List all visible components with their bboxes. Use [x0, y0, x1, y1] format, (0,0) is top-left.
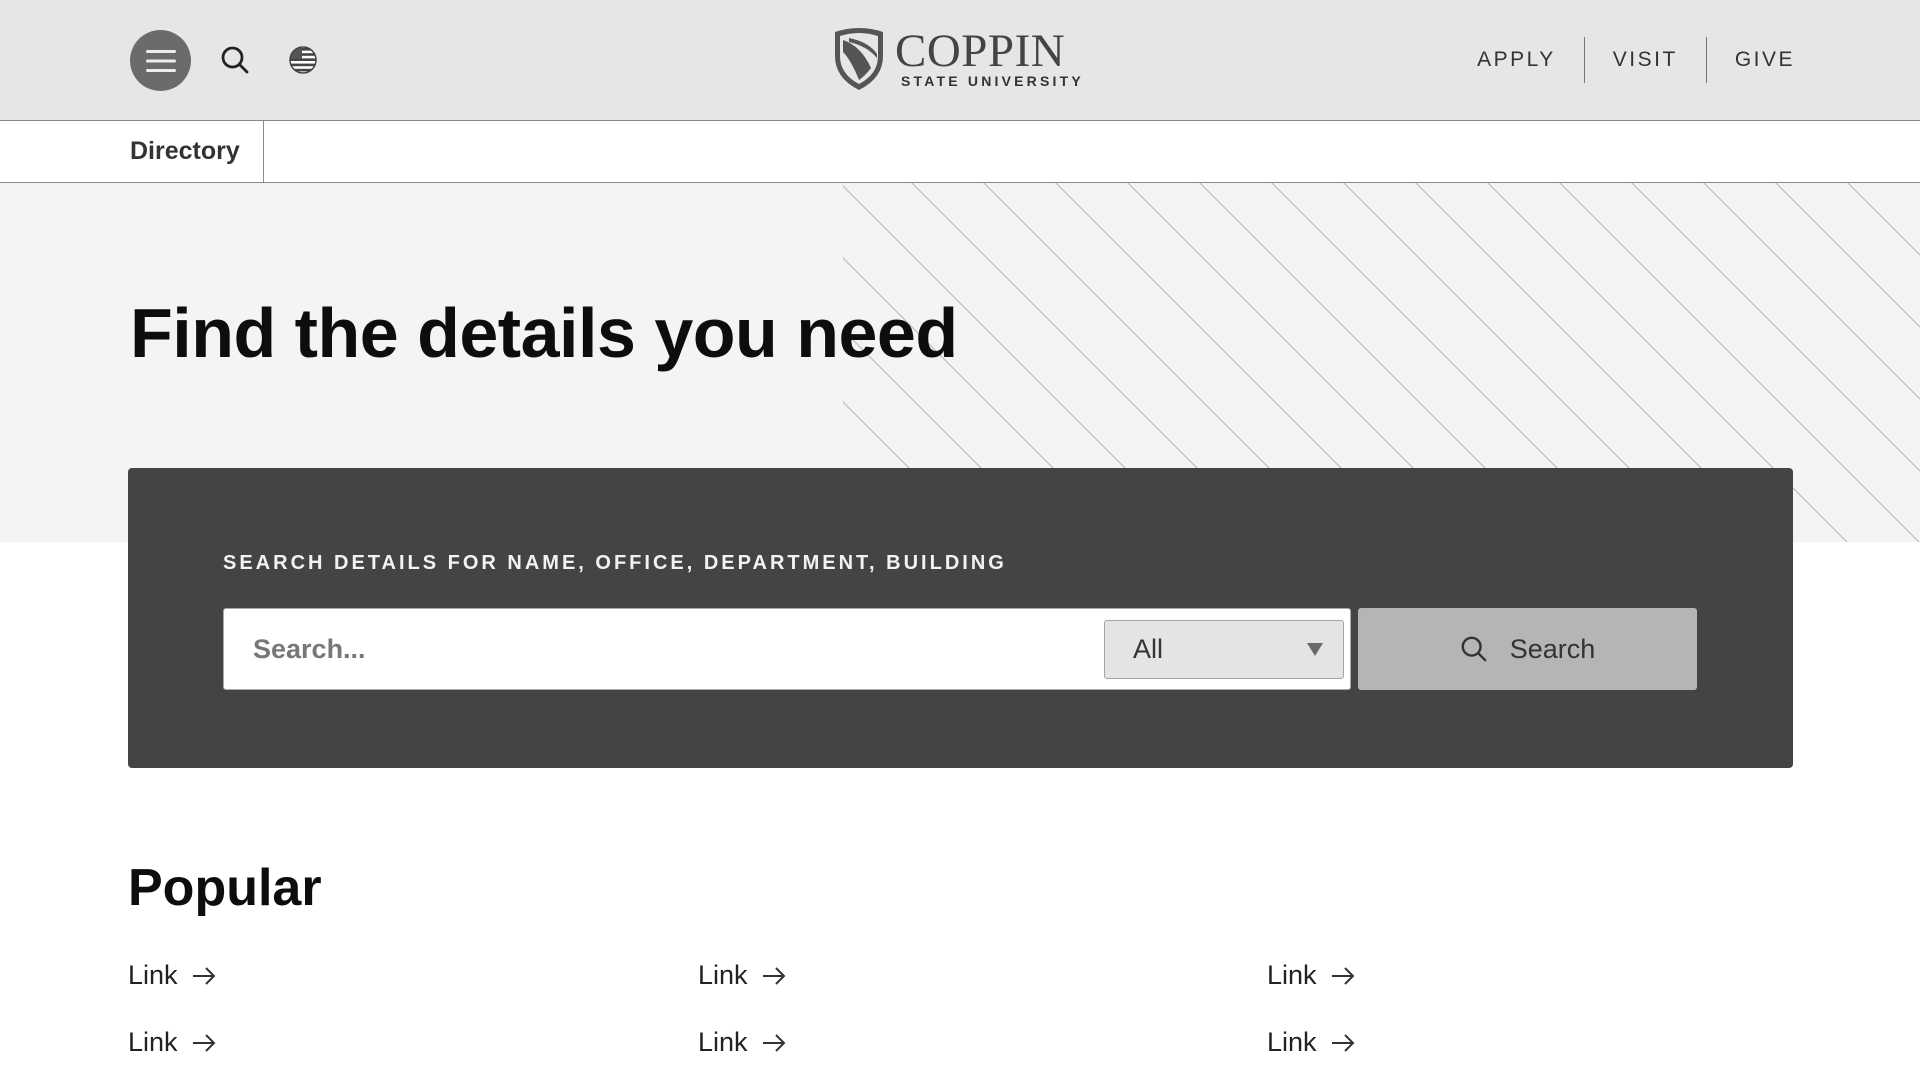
popular-link-label: Link	[128, 1027, 178, 1057]
popular-link[interactable]: Link	[128, 960, 216, 991]
arrow-right-icon	[1331, 1033, 1354, 1052]
search-input[interactable]	[224, 609, 1084, 689]
search-box: All	[223, 608, 1351, 690]
logo-subtitle: STATE UNIVERSITY	[901, 73, 1084, 89]
arrow-right-icon	[192, 1033, 215, 1052]
arrow-right-icon	[1331, 966, 1354, 985]
popular-link[interactable]: Link	[698, 960, 786, 991]
section-subnav: Directory	[0, 121, 1920, 183]
popular-link-label: Link	[698, 960, 748, 990]
site-header: COPPIN STATE UNIVERSITY APPLY VISIT GIVE	[0, 0, 1920, 121]
popular-link-label: Link	[1267, 1027, 1317, 1057]
popular-heading: Popular	[128, 859, 322, 917]
language-button[interactable]	[283, 40, 323, 80]
header-search-button[interactable]	[215, 40, 255, 80]
search-panel: SEARCH DETAILS FOR NAME, OFFICE, DEPARTM…	[128, 468, 1793, 768]
shield-icon	[835, 28, 883, 90]
popular-link[interactable]: Link	[1267, 960, 1355, 991]
top-navigation: APPLY VISIT GIVE	[1449, 37, 1795, 83]
subnav-item-directory[interactable]: Directory	[130, 121, 264, 182]
nav-give-link[interactable]: GIVE	[1707, 37, 1795, 83]
search-scope-value: All	[1133, 634, 1164, 664]
hamburger-menu-icon	[145, 49, 176, 72]
popular-link-label: Link	[128, 960, 178, 990]
arrow-right-icon	[762, 1033, 785, 1052]
logo-wordmark: COPPIN	[895, 25, 1066, 77]
search-icon	[1461, 636, 1487, 662]
popular-link[interactable]: Link	[698, 1027, 786, 1058]
search-submit-label: Search	[1509, 633, 1596, 664]
nav-apply-link[interactable]: APPLY	[1449, 37, 1584, 83]
university-logo[interactable]: COPPIN STATE UNIVERSITY	[831, 24, 1087, 94]
page-title: Find the details you need	[130, 294, 958, 372]
menu-button[interactable]	[130, 30, 191, 91]
popular-link[interactable]: Link	[128, 1027, 216, 1058]
nav-visit-link[interactable]: VISIT	[1585, 37, 1706, 83]
search-icon	[221, 46, 249, 74]
globe-flag-icon	[289, 46, 317, 74]
arrow-right-icon	[192, 966, 215, 985]
popular-link[interactable]: Link	[1267, 1027, 1355, 1058]
caret-down-icon	[1307, 643, 1323, 656]
arrow-right-icon	[762, 966, 785, 985]
search-label: SEARCH DETAILS FOR NAME, OFFICE, DEPARTM…	[223, 552, 1007, 574]
search-submit-button[interactable]: Search	[1358, 608, 1697, 690]
popular-link-label: Link	[698, 1027, 748, 1057]
popular-link-label: Link	[1267, 960, 1317, 990]
search-scope-select[interactable]: All	[1104, 620, 1344, 679]
